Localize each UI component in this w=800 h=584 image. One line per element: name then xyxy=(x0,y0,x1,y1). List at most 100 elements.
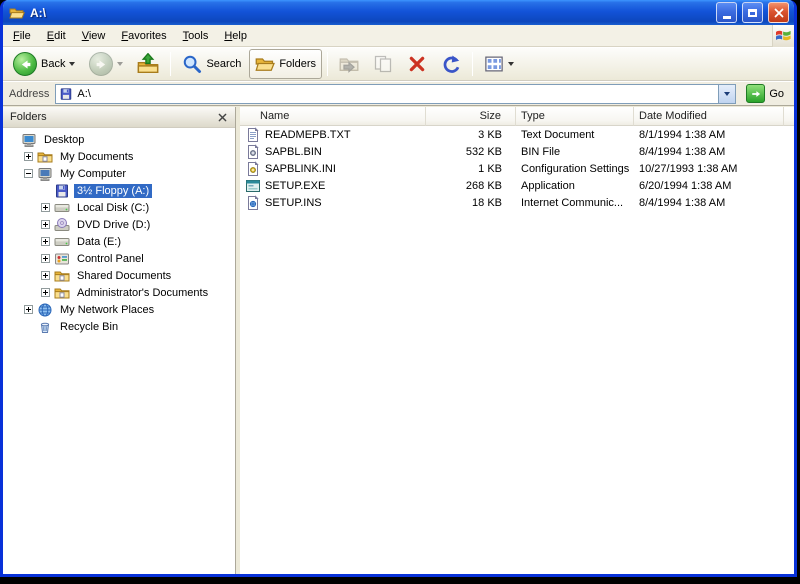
menu-edit[interactable]: Edit xyxy=(39,27,74,45)
folder-tree: Desktop My Documents My Computer 3½ Flop… xyxy=(3,128,236,574)
tree-item-administrators-documents[interactable]: Administrator's Documents xyxy=(3,284,235,301)
file-name: SETUP.INS xyxy=(265,196,322,209)
views-button[interactable] xyxy=(478,49,520,79)
tree-item-my-computer[interactable]: My Computer xyxy=(3,165,235,182)
address-combo[interactable]: A:\ xyxy=(55,83,737,104)
tree-item-label: My Network Places xyxy=(60,303,155,316)
tree-item-label: Data (E:) xyxy=(77,235,122,248)
tree-item-recycle-bin[interactable]: Recycle Bin xyxy=(3,318,235,335)
file-date-modified: 10/27/1993 1:38 AM xyxy=(639,162,738,175)
tree-expander-plus[interactable] xyxy=(41,271,50,280)
file-row-setup-exe[interactable]: SETUP.EXE 268 KB Application 6/20/1994 1… xyxy=(240,177,794,194)
search-label: Search xyxy=(206,58,242,70)
up-icon xyxy=(138,53,159,73)
file-date-modified: 8/4/1994 1:38 AM xyxy=(639,196,726,209)
tree-expander-minus[interactable] xyxy=(24,169,33,178)
folders-pane-close-button[interactable] xyxy=(214,110,231,125)
address-dropdown-button[interactable] xyxy=(718,84,736,103)
address-value: A:\ xyxy=(77,87,91,100)
file-row-setup-ins[interactable]: SETUP.INS 18 KB Internet Communic... 8/4… xyxy=(240,194,794,211)
folders-icon xyxy=(255,54,275,74)
bin-file-icon xyxy=(245,144,261,160)
toolbar-separator xyxy=(170,52,172,76)
tree-item-label: Control Panel xyxy=(77,252,144,265)
file-row-sapblink-ini[interactable]: SAPBLINK.INI 1 KB Configuration Settings… xyxy=(240,160,794,177)
tree-item-my-documents[interactable]: My Documents xyxy=(3,148,235,165)
tree-expander-plus[interactable] xyxy=(24,305,33,314)
menu-help[interactable]: Help xyxy=(216,27,255,45)
up-button[interactable] xyxy=(131,49,165,79)
go-icon xyxy=(746,84,766,103)
column-header-date-modified[interactable]: Date Modified xyxy=(634,107,784,126)
windows-logo-icon xyxy=(772,24,794,47)
tree-expander-plus[interactable] xyxy=(41,254,50,263)
back-label: Back xyxy=(41,58,66,70)
menu-view[interactable]: View xyxy=(74,27,114,45)
tree-item-my-network-places[interactable]: My Network Places xyxy=(3,301,235,318)
maximize-icon xyxy=(748,8,757,17)
folders-label: Folders xyxy=(279,58,317,70)
tree-item-label: Desktop xyxy=(44,133,85,146)
title-bar[interactable]: A:\ xyxy=(3,0,794,25)
back-icon xyxy=(13,52,37,76)
menu-tools[interactable]: Tools xyxy=(175,27,217,45)
forward-dropdown-caret xyxy=(117,62,124,66)
maximize-button[interactable] xyxy=(742,2,763,23)
forward-button[interactable] xyxy=(83,49,129,79)
dropdown-caret-icon xyxy=(724,91,731,96)
go-button[interactable]: Go xyxy=(742,83,788,104)
folders-pane-title: Folders xyxy=(10,111,47,123)
menu-favorites[interactable]: Favorites xyxy=(113,27,174,45)
file-date-modified: 8/1/1994 1:38 AM xyxy=(639,128,726,141)
file-type: Configuration Settings xyxy=(521,162,630,175)
close-button[interactable] xyxy=(768,2,789,23)
copy-to-button[interactable] xyxy=(367,49,399,79)
file-row-readmepb[interactable]: READMEPB.TXT 3 KB Text Document 8/1/1994… xyxy=(240,126,794,143)
tree-expander-plus[interactable] xyxy=(41,288,50,297)
tree-item-control-panel[interactable]: Control Panel xyxy=(3,250,235,267)
hard-disk-icon xyxy=(54,234,70,250)
column-header-name[interactable]: Name xyxy=(240,107,426,126)
folders-pane-header: Folders xyxy=(3,107,236,128)
tree-item-label: DVD Drive (D:) xyxy=(77,218,151,231)
close-icon xyxy=(774,8,783,17)
search-button[interactable]: Search xyxy=(176,49,247,79)
column-header-type[interactable]: Type xyxy=(516,107,634,126)
file-date-modified: 8/4/1994 1:38 AM xyxy=(639,145,726,158)
tree-expander-plus[interactable] xyxy=(24,152,33,161)
window-folder-icon xyxy=(9,5,25,21)
tree-expander-plus[interactable] xyxy=(41,220,50,229)
menu-file[interactable]: File xyxy=(5,27,39,45)
my-documents-icon xyxy=(37,149,53,165)
tree-item-shared-documents[interactable]: Shared Documents xyxy=(3,267,235,284)
file-type: Text Document xyxy=(521,128,595,141)
file-list-pane: Name Size Type Date Modified READMEPB.TX… xyxy=(240,107,794,574)
folder-icon xyxy=(54,268,70,284)
minimize-button[interactable] xyxy=(716,2,737,23)
tree-item-data-e[interactable]: Data (E:) xyxy=(3,233,235,250)
tree-expander-plus[interactable] xyxy=(41,237,50,246)
control-panel-icon xyxy=(54,251,70,267)
folder-icon xyxy=(54,285,70,301)
folders-button[interactable]: Folders xyxy=(249,49,323,79)
back-button[interactable]: Back xyxy=(7,49,81,79)
close-icon xyxy=(218,113,227,121)
toolbar-separator xyxy=(472,52,474,76)
delete-button[interactable] xyxy=(401,49,433,79)
tree-item-desktop[interactable]: Desktop xyxy=(3,131,235,148)
tree-item-dvd-drive-d[interactable]: DVD Drive (D:) xyxy=(3,216,235,233)
move-to-button[interactable] xyxy=(333,49,365,79)
tree-item-local-disk-c[interactable]: Local Disk (C:) xyxy=(3,199,235,216)
column-header-size[interactable]: Size xyxy=(426,107,516,126)
tree-item-floppy-a[interactable]: 3½ Floppy (A:) xyxy=(3,182,235,199)
copy-to-icon xyxy=(374,55,392,73)
my-computer-icon xyxy=(37,166,53,182)
menu-bar: File Edit View Favorites Tools Help xyxy=(3,24,794,47)
tree-item-label: My Computer xyxy=(60,167,127,180)
tree-expander-plus[interactable] xyxy=(41,203,50,212)
undo-button[interactable] xyxy=(435,49,467,79)
column-header-filler xyxy=(784,107,794,126)
file-row-sapbl-bin[interactable]: SAPBL.BIN 532 KB BIN File 8/4/1994 1:38 … xyxy=(240,143,794,160)
file-size: 1 KB xyxy=(478,162,502,175)
address-bar: Address A:\ Go xyxy=(3,81,794,106)
